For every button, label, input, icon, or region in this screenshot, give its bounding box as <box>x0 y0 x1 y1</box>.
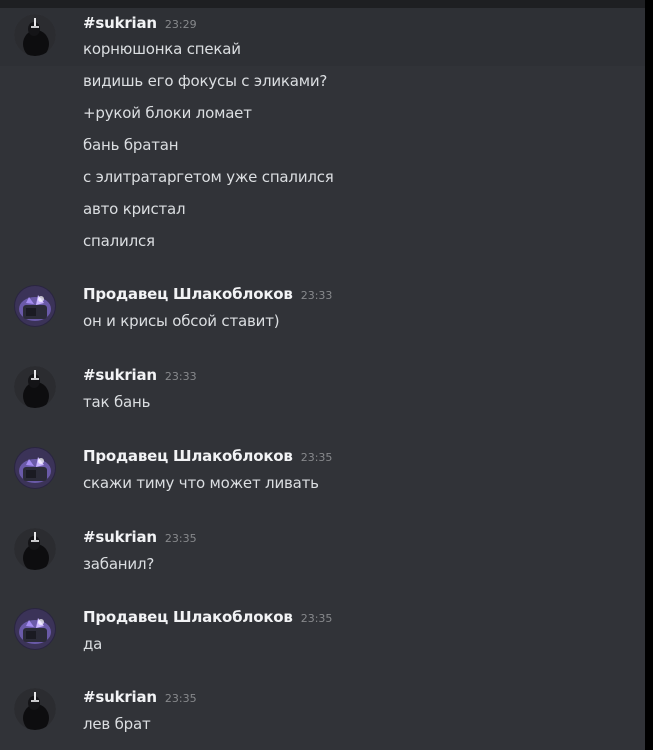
dark-figure-avatar-icon[interactable] <box>14 688 56 730</box>
dark-figure-avatar-icon[interactable] <box>14 528 56 570</box>
purple-crystal-avatar-icon[interactable] <box>14 447 56 489</box>
message-timestamp: 23:29 <box>164 18 197 31</box>
author-name[interactable]: #sukrian <box>83 528 157 546</box>
message-timestamp: 23:33 <box>300 289 333 302</box>
message-text: видишь его фокусы с эликами? <box>83 72 328 90</box>
right-edge <box>645 0 653 750</box>
author-name[interactable]: Продавец Шлакоблоков <box>83 285 293 303</box>
author-name[interactable]: #sukrian <box>83 366 157 384</box>
message-text: корнюшонка спекай <box>83 40 241 58</box>
message-text: спалился <box>83 232 155 250</box>
message-header: Продавец Шлакоблоков 23:35 <box>83 447 332 469</box>
message-text: да <box>83 635 103 653</box>
purple-crystal-avatar-icon[interactable] <box>14 285 56 327</box>
dark-figure-avatar-icon[interactable] <box>14 366 56 408</box>
author-name[interactable]: Продавец Шлакоблоков <box>83 608 293 626</box>
message-text: так бань <box>83 393 151 411</box>
message-timestamp: 23:35 <box>164 532 197 545</box>
message-header: #sukrian 23:35 <box>83 688 197 710</box>
top-divider <box>0 0 645 8</box>
purple-crystal-avatar-icon[interactable] <box>14 608 56 650</box>
message-text: он и крисы обсой ставит) <box>83 312 280 330</box>
message-text: забанил? <box>83 555 155 573</box>
message-header: #sukrian 23:33 <box>83 366 197 388</box>
author-name[interactable]: Продавец Шлакоблоков <box>83 447 293 465</box>
message-text: авто кристал <box>83 200 186 218</box>
message-header: #sukrian 23:35 <box>83 528 197 550</box>
message-header: Продавец Шлакоблоков 23:35 <box>83 608 332 630</box>
message-text: с элитратаргетом уже спалился <box>83 168 334 186</box>
message-timestamp: 23:35 <box>300 451 333 464</box>
message-timestamp: 23:35 <box>300 612 333 625</box>
message-text: бань братан <box>83 136 179 154</box>
message-text: лев брат <box>83 715 151 733</box>
chat-message-list: #sukrian 23:29 корнюшонка спекай видишь … <box>0 0 645 750</box>
author-name[interactable]: #sukrian <box>83 14 157 32</box>
message-timestamp: 23:35 <box>164 692 197 705</box>
message-text: скажи тиму что может ливать <box>83 474 319 492</box>
dark-figure-avatar-icon[interactable] <box>14 14 56 56</box>
message-header: Продавец Шлакоблоков 23:33 <box>83 285 332 307</box>
author-name[interactable]: #sukrian <box>83 688 157 706</box>
message-timestamp: 23:33 <box>164 370 197 383</box>
message-text: +рукой блоки ломает <box>83 104 252 122</box>
message-header: #sukrian 23:29 <box>83 14 197 36</box>
